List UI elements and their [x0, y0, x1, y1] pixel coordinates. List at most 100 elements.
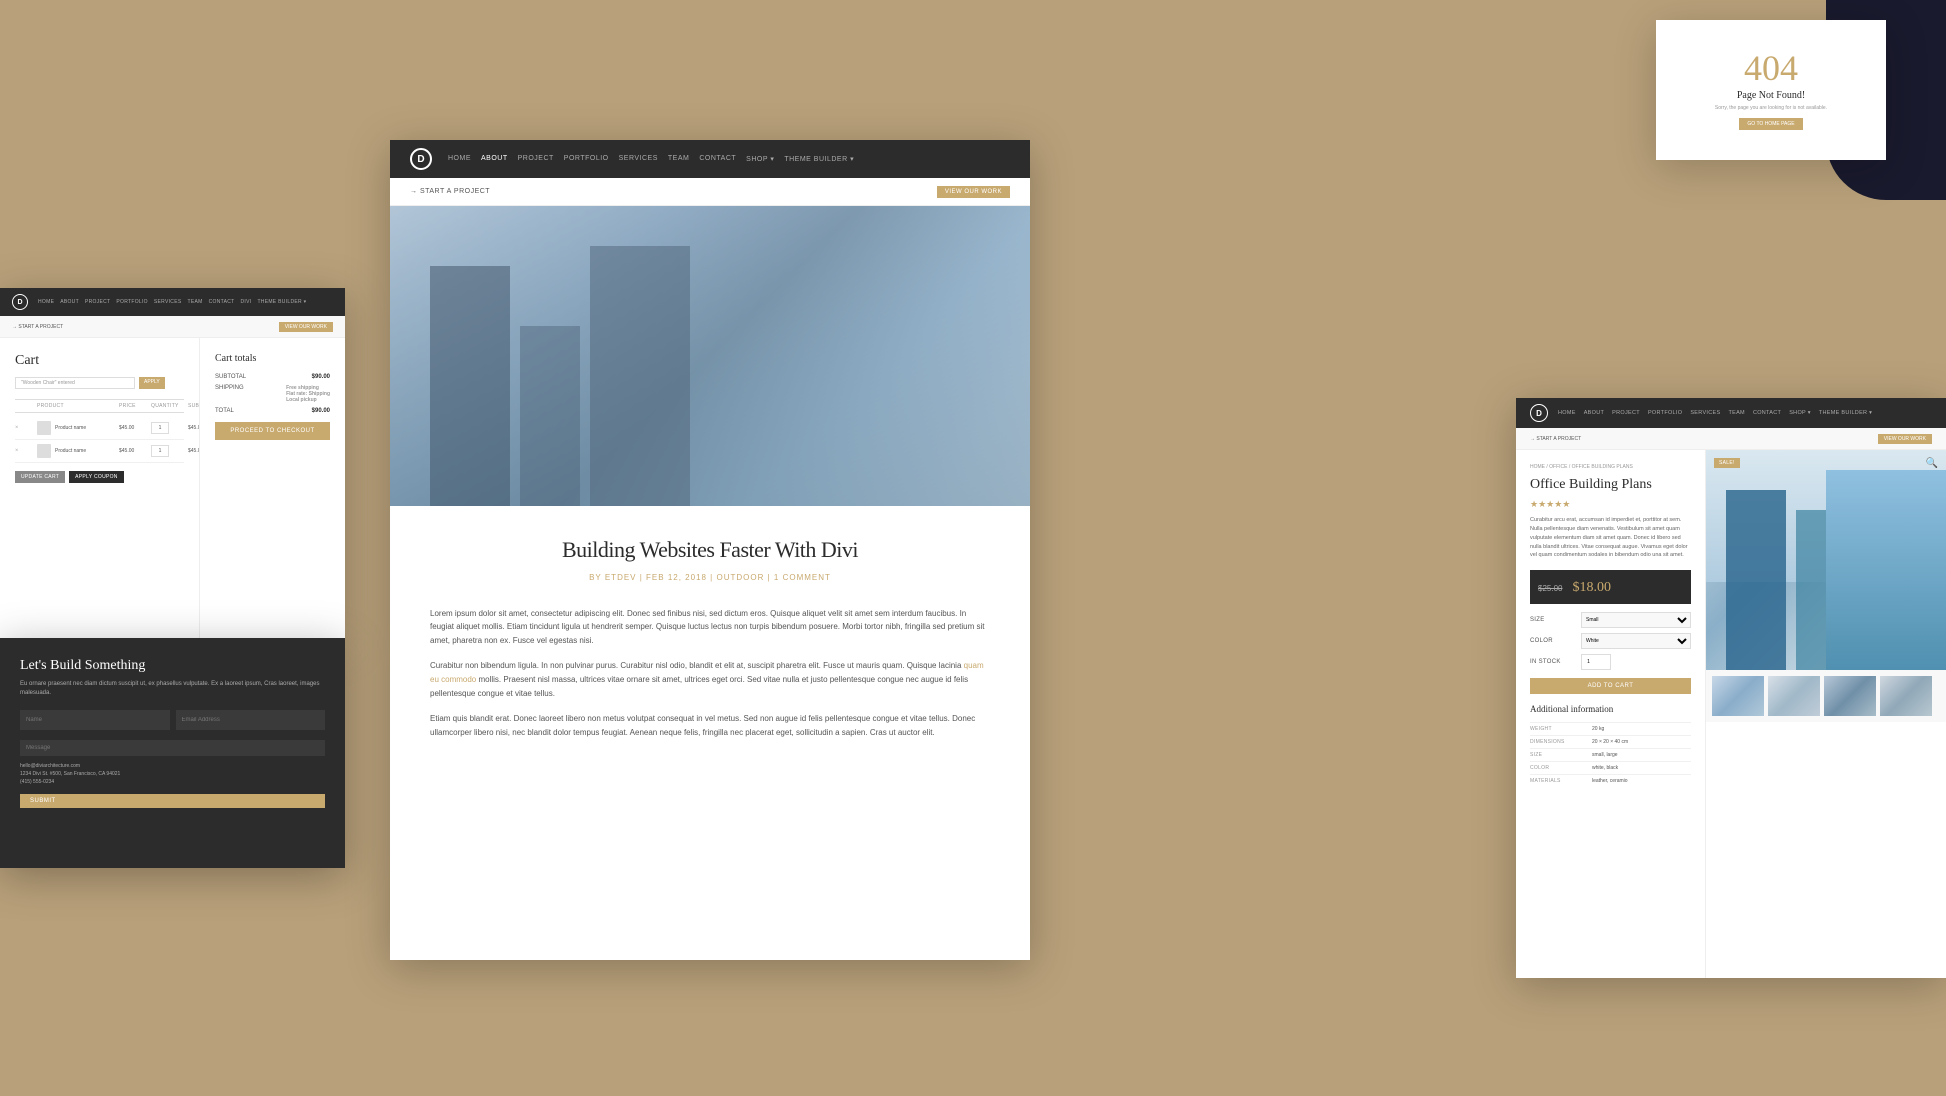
cart-nav-portfolio[interactable]: PORTFOLIO	[116, 299, 148, 305]
cart-col-subtotal: SUBTOTAL	[188, 403, 200, 409]
contact-window: Let's Build Something Eu ornare praesent…	[0, 638, 345, 868]
product-view-work-button[interactable]: VIEW OUR WORK	[1878, 434, 1932, 444]
cart-nav-project[interactable]: PROJECT	[85, 299, 110, 305]
search-icon[interactable]: 🔍	[1926, 458, 1938, 469]
blog-para-3: Etiam quis blandit erat. Donec laoreet l…	[430, 712, 990, 739]
product-thumb-row	[1706, 670, 1946, 722]
blog-para-2: Curabitur non bibendum ligula. In non pu…	[430, 659, 990, 700]
nav-project[interactable]: PROJECT	[518, 155, 554, 163]
blog-view-work-button[interactable]: VIEW OUR WORK	[937, 186, 1010, 198]
contact-message-input[interactable]	[20, 740, 325, 756]
cart-subtotal-label: SUBTOTAL	[215, 374, 246, 380]
cart-actions: UPDATE CART APPLY COUPON	[15, 471, 184, 483]
cart-nav-team[interactable]: TEAM	[188, 299, 203, 305]
cart-logo: D	[12, 294, 28, 310]
error-code: 404	[1744, 50, 1798, 86]
product-spec-materials: MATERIALS leather, ceramio	[1530, 774, 1691, 787]
product-spec-val-materials: leather, ceramio	[1592, 778, 1691, 784]
nav-services[interactable]: SERVICES	[619, 155, 658, 163]
product-add-to-cart-button[interactable]: ADD TO CART	[1530, 678, 1691, 694]
nav-team[interactable]: TEAM	[668, 155, 689, 163]
product-breadcrumb: HOME / OFFICE / OFFICE BUILDING PLANS	[1530, 464, 1691, 470]
building-1	[430, 266, 510, 506]
product-thumb-1[interactable]	[1712, 676, 1764, 716]
cart-nav-services[interactable]: SERVICES	[154, 299, 182, 305]
product-nav: D HOME ABOUT PROJECT PORTFOLIO SERVICES …	[1516, 398, 1946, 428]
cart-item-price-2: $45.00	[119, 448, 149, 454]
nav-shop[interactable]: SHOP ▾	[746, 155, 774, 163]
cart-total-row: TOTAL $90.00	[215, 408, 330, 414]
cart-item-name-1: Product name	[55, 425, 86, 431]
cart-nav-about[interactable]: ABOUT	[60, 299, 79, 305]
cart-nav-divi[interactable]: DIVI	[241, 299, 252, 305]
blog-para-1: Lorem ipsum dolor sit amet, consectetur …	[430, 607, 990, 648]
product-nav-project[interactable]: PROJECT	[1612, 410, 1640, 416]
cart-update-button[interactable]: UPDATE CART	[15, 471, 65, 483]
product-nav-contact[interactable]: CONTACT	[1753, 410, 1781, 416]
product-spec-weight: WEIGHT 20 kg	[1530, 722, 1691, 735]
product-nav-home[interactable]: HOME	[1558, 410, 1576, 416]
product-thumb-3[interactable]	[1824, 676, 1876, 716]
nav-contact[interactable]: CONTACT	[699, 155, 736, 163]
error-home-button[interactable]: GO TO HOME PAGE	[1739, 118, 1802, 130]
cart-checkout-button[interactable]: PROCEED TO CHECKOUT	[215, 422, 330, 440]
cart-remove-1[interactable]: ×	[15, 425, 35, 431]
cart-nav: D HOME ABOUT PROJECT PORTFOLIO SERVICES …	[0, 288, 345, 316]
product-qty-input[interactable]	[1581, 654, 1611, 670]
product-sale-badge: SALE!	[1714, 458, 1740, 468]
product-nav-portfolio[interactable]: PORTFOLIO	[1648, 410, 1682, 416]
nav-home[interactable]: HOME	[448, 155, 471, 163]
product-size-select[interactable]: Small Large	[1581, 612, 1691, 628]
product-nav-about[interactable]: ABOUT	[1584, 410, 1604, 416]
product-nav-theme-builder[interactable]: THEME BUILDER ▾	[1819, 410, 1872, 416]
cart-nav-theme-builder[interactable]: THEME BUILDER ▾	[257, 299, 306, 305]
cart-apply-coupon-button[interactable]: APPLY COUPON	[69, 471, 124, 483]
product-subheader: → START A PROJECT VIEW OUR WORK	[1516, 428, 1946, 450]
product-spec-val-weight: 20 kg	[1592, 726, 1691, 732]
cart-item-thumb-2	[37, 444, 51, 458]
cart-start-project[interactable]: → START A PROJECT	[12, 324, 63, 330]
product-spec-val-dimensions: 20 × 20 × 40 cm	[1592, 739, 1691, 745]
product-nav-team[interactable]: TEAM	[1728, 410, 1744, 416]
blog-content: Building Websites Faster With Divi BY ET…	[390, 206, 1030, 771]
cart-item-qty-1[interactable]: 1	[151, 422, 169, 434]
contact-email-input[interactable]	[176, 710, 326, 730]
product-start-project[interactable]: → START A PROJECT	[1530, 436, 1581, 442]
cart-subheader: → START A PROJECT VIEW OUR WORK	[0, 316, 345, 338]
blog-link[interactable]: quam eu commodo	[430, 661, 984, 684]
cart-nav-home[interactable]: HOME	[38, 299, 54, 305]
nav-theme-builder[interactable]: THEME BUILDER ▾	[784, 155, 854, 163]
product-images-panel: SALE! 🔍	[1706, 450, 1946, 978]
cart-view-work-button[interactable]: VIEW OUR WORK	[279, 322, 333, 332]
product-price-box: $25.00 $18.00	[1530, 570, 1691, 604]
product-color-select[interactable]: White Black	[1581, 633, 1691, 649]
cart-col-qty: QUANTITY	[151, 403, 186, 409]
product-new-price: $18.00	[1572, 580, 1611, 595]
product-thumb-4[interactable]	[1880, 676, 1932, 716]
product-nav-services[interactable]: SERVICES	[1690, 410, 1720, 416]
product-size-label: SIZE	[1530, 617, 1575, 623]
product-nav-shop[interactable]: SHOP ▾	[1789, 410, 1811, 416]
contact-desc: Eu ornare praesent nec diam dictum susci…	[20, 680, 325, 698]
product-thumb-2[interactable]	[1768, 676, 1820, 716]
error-window: 404 Page Not Found! Sorry, the page you …	[1656, 20, 1886, 160]
nav-about[interactable]: ABOUT	[481, 155, 508, 163]
product-size-row: SIZE Small Large	[1530, 612, 1691, 628]
cart-nav-contact[interactable]: CONTACT	[209, 299, 235, 305]
product-qty-row: IN STOCK	[1530, 654, 1691, 670]
product-logo: D	[1530, 404, 1548, 422]
product-color-row: COLOR White Black	[1530, 633, 1691, 649]
cart-coupon-input[interactable]	[15, 377, 135, 389]
cart-remove-2[interactable]: ×	[15, 448, 35, 454]
contact-submit-button[interactable]: SUBMIT	[20, 794, 325, 808]
blog-start-project[interactable]: → START A PROJECT	[410, 188, 490, 195]
contact-name-input[interactable]	[20, 710, 170, 730]
table-row: × Product name $45.00 1 $45.00	[15, 440, 184, 463]
cart-apply-button[interactable]: APPLY	[139, 377, 165, 389]
blog-post-title: Building Websites Faster With Divi	[430, 536, 990, 565]
product-building-3	[1826, 470, 1946, 670]
cart-item-qty-2[interactable]: 1	[151, 445, 169, 457]
product-color-label: COLOR	[1530, 638, 1575, 644]
cart-table-header: PRODUCT PRICE QUANTITY SUBTOTAL	[15, 399, 184, 413]
nav-portfolio[interactable]: PORTFOLIO	[564, 155, 609, 163]
